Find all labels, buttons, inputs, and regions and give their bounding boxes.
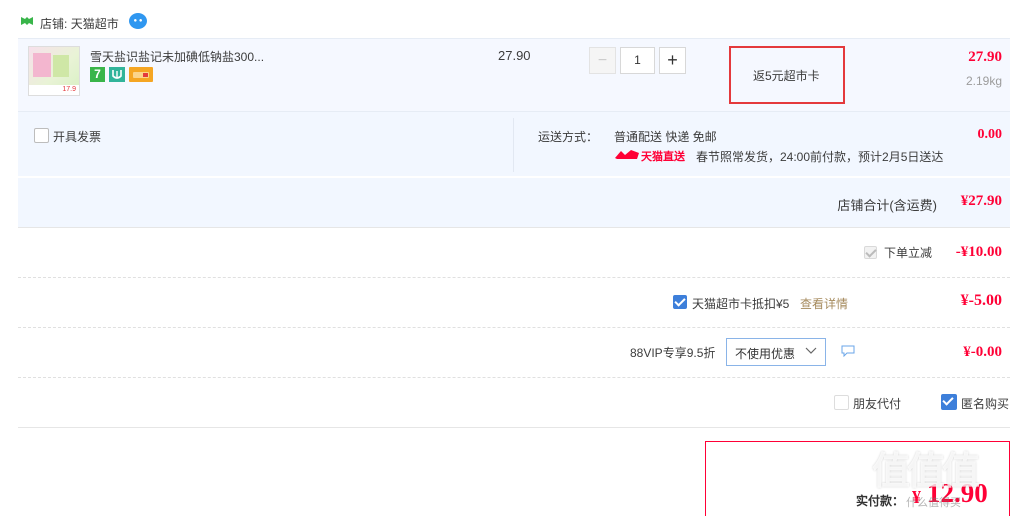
invoice-checkbox[interactable] xyxy=(34,128,49,143)
quantity-plus-button[interactable]: + xyxy=(659,47,686,74)
speech-bubble-icon[interactable] xyxy=(841,345,855,358)
tmall-direct-icon xyxy=(615,149,639,160)
promo-tag: 返5元超市卡 xyxy=(753,69,820,83)
vip-discount-value: ¥-0.00 xyxy=(963,344,1002,360)
chevron-down-icon xyxy=(805,344,817,359)
market-card-value: ¥-5.00 xyxy=(960,292,1002,309)
friend-pay-checkbox[interactable] xyxy=(834,395,849,410)
tmall-direct-brand: 天猫直送 xyxy=(641,151,685,163)
market-card-label[interactable]: 天猫超市卡抵扣¥5 xyxy=(692,295,789,312)
anonymous-label[interactable]: 匿名购买 xyxy=(961,395,1009,412)
vip-discount-label: 88VIP专享9.5折 xyxy=(630,346,716,360)
product-title[interactable]: 雪天盐识盐记未加碘低钠盐300... xyxy=(90,48,264,65)
shipping-label: 运送方式： xyxy=(538,130,599,144)
invoice-shipping-section xyxy=(18,112,1010,176)
shop-icon xyxy=(20,15,34,27)
quantity-stepper: − 1 + xyxy=(589,47,686,74)
thumbnail-price: 17.9 xyxy=(29,85,79,95)
market-card-details-link[interactable]: 查看详情 xyxy=(800,295,848,312)
instant-discount-label: 下单立减 xyxy=(884,246,933,260)
seven-day-return-icon[interactable]: 7 xyxy=(90,67,105,82)
unit-price: 27.90 xyxy=(498,48,531,63)
shop-total-label: 店铺合计(含运费) xyxy=(837,198,937,213)
shipping-fee: 0.00 xyxy=(977,127,1003,142)
shop-name[interactable]: 天猫超市 xyxy=(71,17,119,31)
shipping-method: 普通配送 快递 免邮 xyxy=(614,130,717,144)
market-card-checkbox[interactable] xyxy=(673,295,687,309)
guarantee-icon[interactable] xyxy=(109,67,125,82)
friend-pay-label[interactable]: 朋友代付 xyxy=(853,395,901,412)
quantity-minus-button[interactable]: − xyxy=(589,47,616,74)
shop-label: 店铺: 天猫超市 xyxy=(40,17,119,31)
item-subtotal: 27.90 xyxy=(968,49,1002,65)
delivery-notice: 春节照常发货，24:00前付款，预计2月5日送达 xyxy=(696,150,944,164)
watermark-sub: 什么值得买 xyxy=(906,497,961,509)
wangwang-icon[interactable]: ● ● xyxy=(129,13,147,29)
quantity-input[interactable]: 1 xyxy=(620,47,655,74)
watermark-logo: 值值值 xyxy=(872,451,980,493)
product-thumbnail[interactable]: 17.9 xyxy=(28,46,80,96)
section-divider xyxy=(513,118,514,172)
vip-discount-select[interactable]: 不使用优惠 xyxy=(726,338,826,366)
anonymous-checkbox[interactable] xyxy=(941,394,957,410)
item-weight: 2.19kg xyxy=(965,74,1002,88)
shop-total-value: ¥27.90 xyxy=(960,193,1002,209)
invoice-label[interactable]: 开具发票 xyxy=(53,128,101,145)
instant-discount-value: -¥10.00 xyxy=(955,244,1002,260)
card-icon[interactable] xyxy=(129,67,153,82)
instant-discount-checkbox xyxy=(864,246,877,259)
